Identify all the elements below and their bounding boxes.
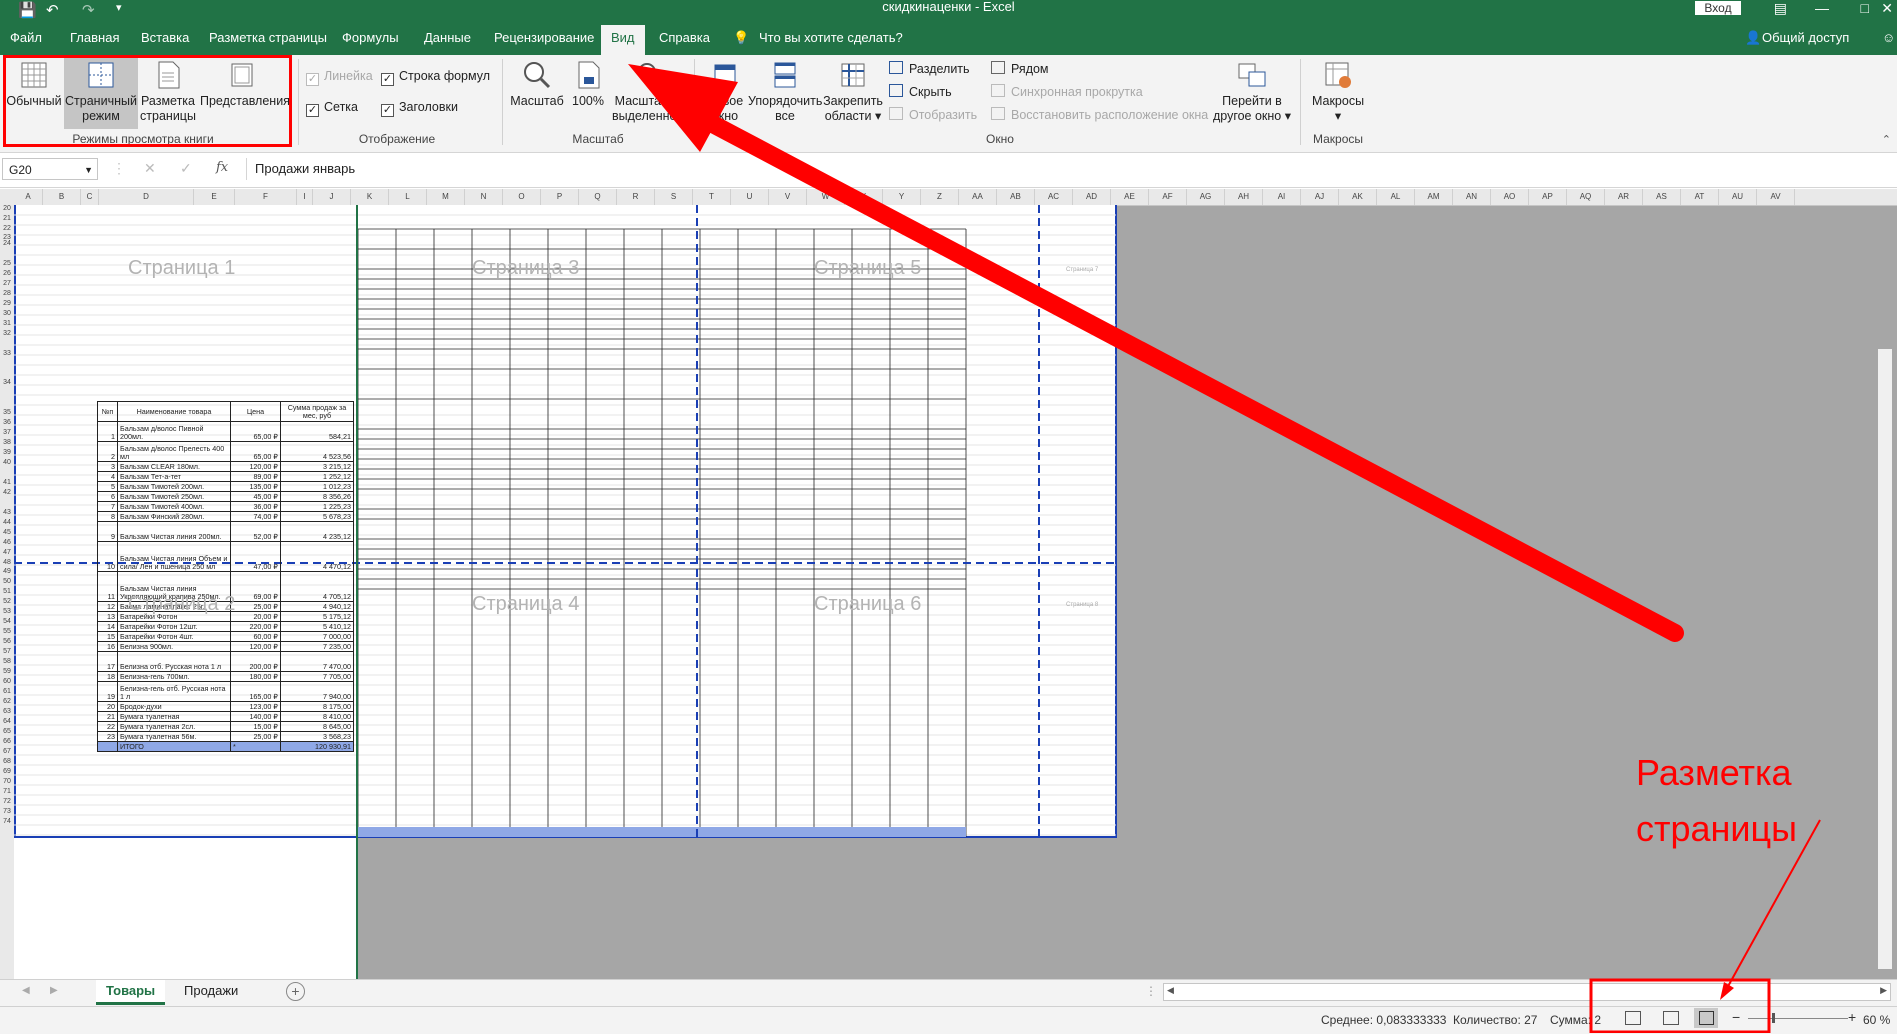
- annotation-text-line1: Разметка: [1636, 752, 1793, 793]
- annotation-overlay: Разметка страницы: [628, 64, 1821, 1033]
- annotation-arrow-shaft: [681, 103, 1684, 642]
- annotation-text-line2: страницы: [1636, 808, 1797, 849]
- annotation-pointer-head: [1720, 982, 1734, 1000]
- status-views-highlight: [1589, 978, 1771, 1033]
